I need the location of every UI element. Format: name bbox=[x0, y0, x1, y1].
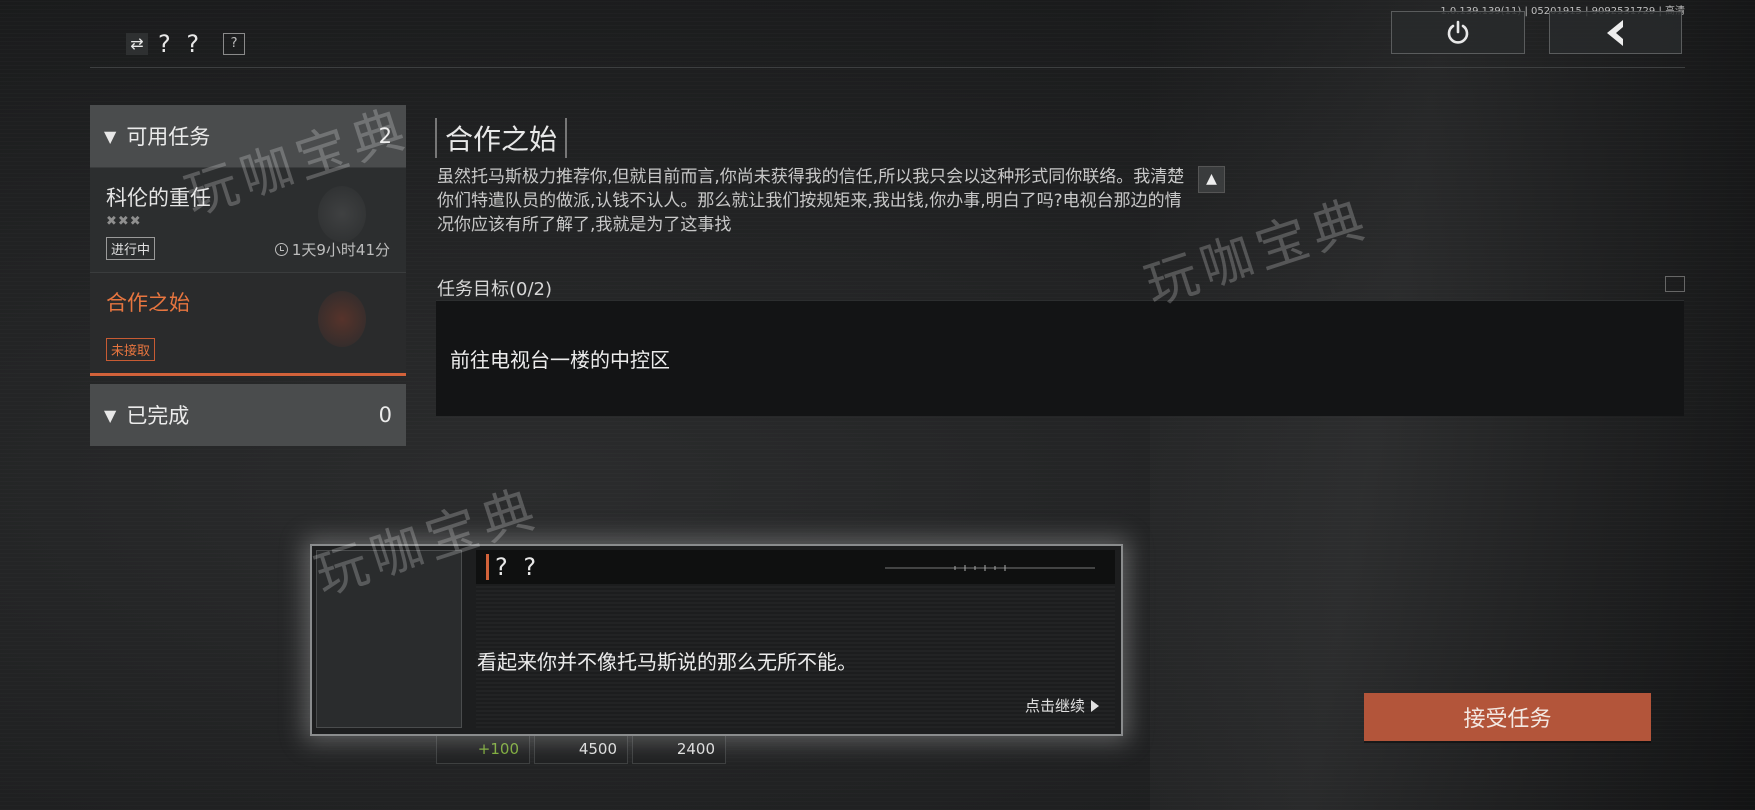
quest-description: 虽然托马斯极力推荐你,但就目前而言,你尚未获得我的信任,所以我只会以这种形式同你… bbox=[437, 167, 1185, 233]
reward-xp: +100 bbox=[436, 734, 530, 764]
section-available-label: 可用任务 bbox=[126, 125, 211, 149]
quest-item-selected[interactable]: 合作之始 未接取 bbox=[90, 272, 406, 376]
expand-icon[interactable] bbox=[1665, 276, 1685, 292]
chevron-up-icon: ▲ bbox=[1206, 171, 1217, 187]
dialogue-text: 看起来你并不像托马斯说的那么无所不能。 bbox=[477, 650, 857, 674]
clock-icon bbox=[274, 243, 288, 256]
speaker-portrait bbox=[316, 550, 462, 728]
caller-header: ⇄ ? ? ? bbox=[126, 30, 246, 58]
quest-status-badge: 未接取 bbox=[106, 338, 156, 361]
objective-label: 任务目标(0/2) bbox=[437, 279, 553, 300]
caller-name: ? ? bbox=[158, 30, 204, 58]
quest-time-text: 1天9小时41分 bbox=[291, 241, 390, 259]
dialogue-header: ? ? bbox=[476, 550, 1115, 584]
header-divider bbox=[90, 67, 1685, 68]
section-available-count: 2 bbox=[378, 124, 392, 148]
reward-value: 2400 bbox=[632, 734, 726, 764]
accept-quest-button[interactable]: 接受任务 bbox=[1364, 693, 1651, 741]
back-button[interactable] bbox=[1549, 11, 1682, 54]
continue-hint[interactable]: 点击继续 bbox=[1025, 695, 1099, 716]
quest-status-badge: 进行中 bbox=[106, 237, 156, 260]
audio-waveform-icon bbox=[885, 565, 1095, 571]
swap-arrows-icon[interactable]: ⇄ bbox=[126, 33, 148, 55]
quest-item[interactable]: 科伦的重任 ✖✖✖ 进行中 1天9小时41分 bbox=[90, 167, 406, 272]
quest-timer: 1天9小时41分 bbox=[274, 239, 390, 260]
speaker-accent-bar bbox=[486, 554, 489, 580]
speaker-name: ? ? bbox=[495, 553, 541, 581]
help-icon[interactable]: ? bbox=[223, 33, 246, 55]
rewards-row: +100 4500 2400 bbox=[436, 734, 726, 764]
chevron-down-icon: ▼ bbox=[104, 126, 117, 146]
power-button[interactable] bbox=[1391, 11, 1525, 54]
play-arrow-icon bbox=[1091, 699, 1099, 712]
section-completed-label: 已完成 bbox=[126, 404, 190, 428]
objective-text: 前往电视台一楼的中控区 bbox=[450, 348, 670, 372]
section-completed-count: 0 bbox=[378, 403, 392, 427]
reward-value: 4500 bbox=[534, 734, 628, 764]
faction-emblem-icon bbox=[318, 186, 366, 242]
continue-label: 点击继续 bbox=[1024, 697, 1085, 715]
section-completed[interactable]: ▼ 已完成 0 bbox=[90, 384, 406, 446]
back-arrow-icon bbox=[1606, 19, 1623, 46]
power-icon bbox=[1447, 20, 1469, 44]
objective-box: 前往电视台一楼的中控区 bbox=[436, 300, 1684, 416]
collapse-button[interactable]: ▲ bbox=[1198, 166, 1225, 193]
quest-detail-title: 合作之始 bbox=[435, 118, 568, 158]
faction-emblem-icon bbox=[318, 291, 366, 347]
quest-panel: ▼ 可用任务 2 科伦的重任 ✖✖✖ 进行中 1天9小时41分 合作之始 未接取… bbox=[90, 105, 406, 446]
chevron-down-icon: ▼ bbox=[104, 405, 117, 425]
dialogue-box[interactable]: ? ? 看起来你并不像托马斯说的那么无所不能。 点击继续 bbox=[310, 544, 1123, 736]
section-available[interactable]: ▼ 可用任务 2 bbox=[90, 105, 406, 167]
